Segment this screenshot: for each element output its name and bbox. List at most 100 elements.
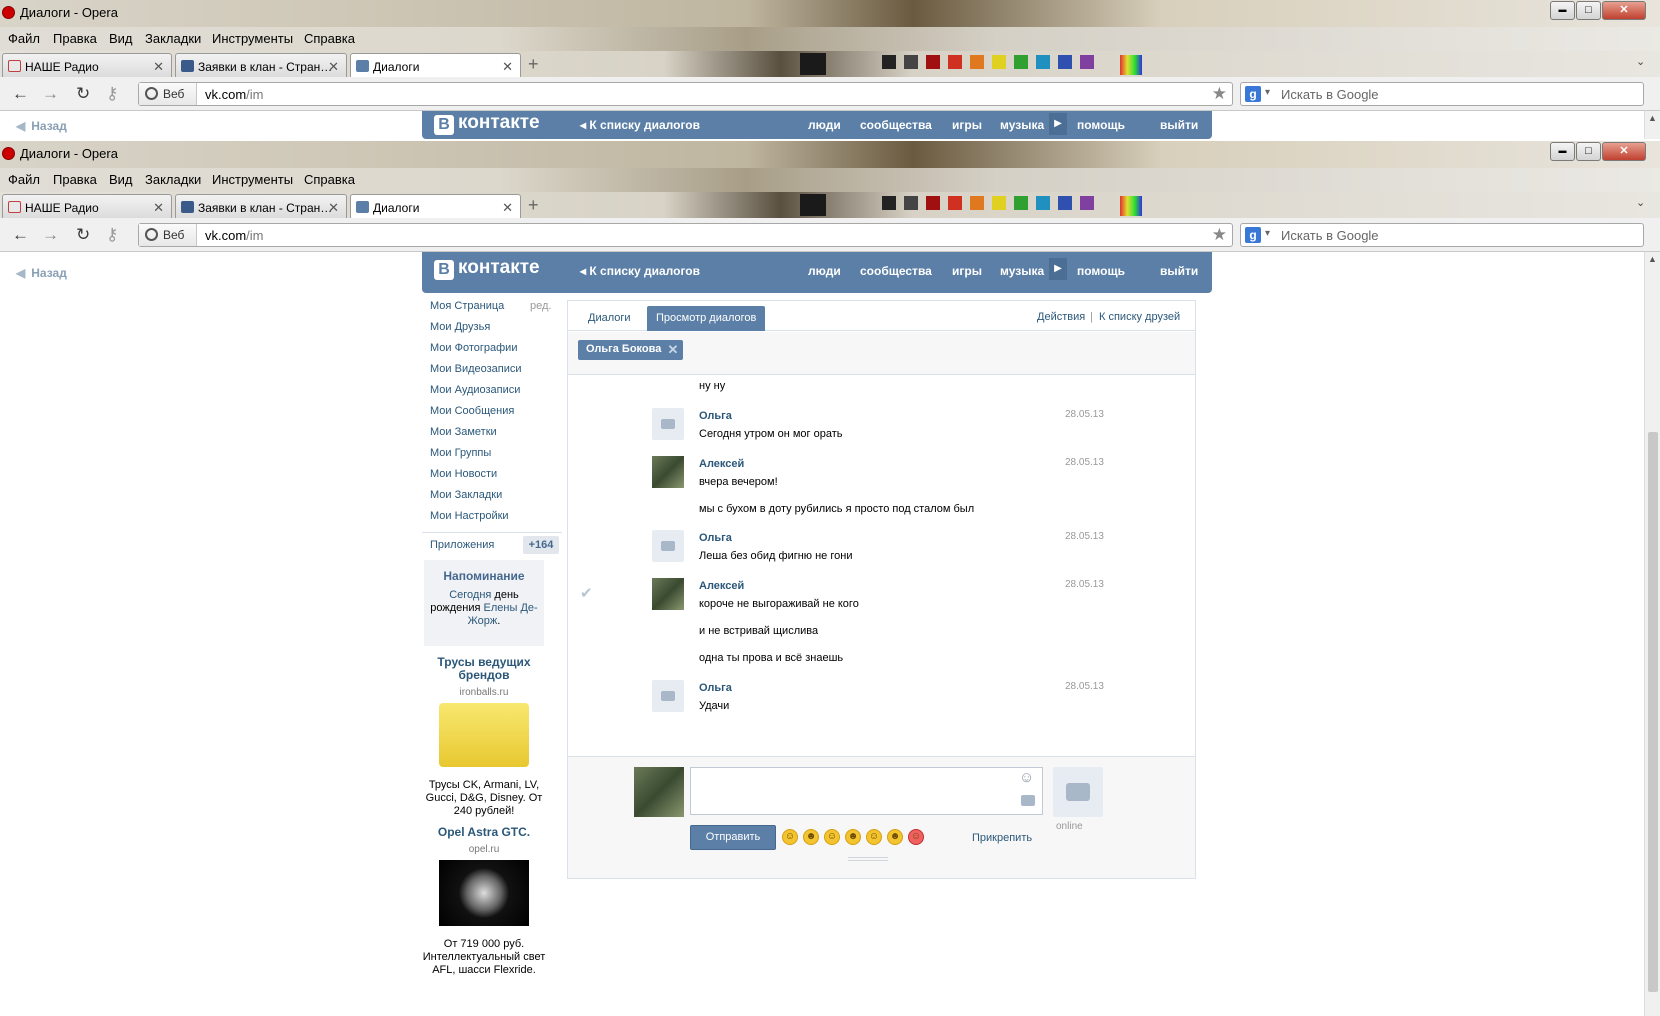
close-button[interactable]: ✕ [1602,142,1646,161]
nav-music[interactable]: музыка [1000,264,1044,278]
send-button[interactable]: Отправить [690,825,776,850]
menu-my-groups[interactable]: Мои Группы [430,447,491,459]
tab-menu-icon[interactable]: ⌄ [1636,55,1645,68]
apps-badge[interactable]: +164 [523,536,559,554]
tab-close-icon[interactable]: ✕ [502,59,513,75]
back-to-dialogs-link[interactable]: ◂ К списку диалогов [580,264,700,278]
tab-menu-icon[interactable]: ⌄ [1636,196,1645,209]
tab-dialogs[interactable]: Диалоги ✕ [350,194,521,218]
menu-tools[interactable]: Инструменты [212,172,293,187]
emoji-laugh-icon[interactable]: ☺ [824,829,840,845]
actions-link[interactable]: Действия [1037,311,1085,323]
nav-games[interactable]: игры [952,118,982,132]
menu-my-page[interactable]: Моя Страница [430,300,504,312]
camera-avatar-icon[interactable] [652,680,684,712]
forward-arrow-icon[interactable]: → [42,84,59,104]
my-avatar[interactable] [634,767,684,817]
back-link[interactable]: ◀ Назад [16,266,67,280]
web-badge[interactable]: Веб [139,224,197,246]
google-icon[interactable]: g [1245,86,1261,102]
nav-help[interactable]: помощь [1077,118,1125,132]
bookmark-star-icon[interactable]: ★ [1212,84,1227,104]
key-icon[interactable]: ⚷ [106,84,118,104]
tab-close-icon[interactable]: ✕ [153,200,164,216]
reminder-today-link[interactable]: Сегодня [449,589,491,601]
menu-view[interactable]: Вид [109,31,133,46]
menu-view[interactable]: Вид [109,172,133,187]
nav-logout[interactable]: выйти [1160,264,1198,278]
message-author[interactable]: Ольга [699,532,732,544]
emoji-love-icon[interactable]: ☺ [908,829,924,845]
tab-dialogs[interactable]: Диалоги ✕ [350,53,521,77]
tab-close-icon[interactable]: ✕ [502,200,513,216]
maximize-button[interactable]: □ [1576,1,1601,20]
menu-my-messages[interactable]: Мои Сообщения [430,405,514,417]
search-field[interactable]: g ▾ Искать в Google [1240,82,1644,106]
forward-arrow-icon[interactable]: → [42,225,59,245]
url-text[interactable]: vk.com/im [205,87,264,102]
google-icon[interactable]: g [1245,227,1261,243]
menu-file[interactable]: Файл [8,31,40,46]
nav-games[interactable]: игры [952,264,982,278]
ad-title[interactable]: Трусы ведущих брендов [422,656,546,682]
chevron-down-icon[interactable]: ▾ [1265,228,1270,239]
avatar[interactable] [652,456,684,488]
emoji-blush-icon[interactable]: ☺ [866,829,882,845]
nav-people[interactable]: люди [808,118,841,132]
menu-my-bookmarks[interactable]: Мои Закладки [430,489,502,501]
menu-my-friends[interactable]: Мои Друзья [430,321,490,333]
avatar[interactable] [652,578,684,610]
nav-communities[interactable]: сообщества [860,118,932,132]
menu-help[interactable]: Справка [304,31,355,46]
web-badge[interactable]: Веб [139,83,197,105]
maximize-button[interactable]: □ [1576,142,1601,161]
tab-clan[interactable]: Заявки в клан - Стран… ✕ [175,53,347,77]
chevron-down-icon[interactable]: ▾ [1265,87,1270,98]
menu-tools[interactable]: Инструменты [212,31,293,46]
new-tab-button[interactable]: + [528,195,539,216]
camera-avatar-icon[interactable] [652,408,684,440]
search-field[interactable]: g ▾ Искать в Google [1240,223,1644,247]
edit-link[interactable]: ред. [530,300,551,312]
scroll-up-icon[interactable]: ▲ [1648,113,1657,123]
ad-image-opel-logo[interactable] [439,860,529,926]
menu-help[interactable]: Справка [304,172,355,187]
vk-logo-text[interactable]: контакте [458,257,540,279]
checkmark-icon[interactable]: ✔ [580,584,593,602]
menu-apps[interactable]: Приложения [430,539,494,551]
menu-my-settings[interactable]: Мои Настройки [430,510,509,522]
message-date[interactable]: 28.05.13 [1065,681,1104,692]
message-date[interactable]: 28.05.13 [1065,409,1104,420]
play-icon[interactable]: ▶ [1049,113,1067,135]
menu-my-audio[interactable]: Мои Аудиозаписи [430,384,520,396]
ad-title[interactable]: Opel Astra GTC. [422,826,546,839]
address-field[interactable]: Веб vk.com/im ★ [138,82,1233,106]
message-author[interactable]: Алексей [699,458,744,470]
tab-close-icon[interactable]: ✕ [328,59,339,75]
peer-chip[interactable]: Ольга Бокова ✕ [578,340,684,360]
emoji-scream-icon[interactable]: ☻ [845,829,861,845]
menu-edit[interactable]: Правка [53,31,97,46]
new-tab-button[interactable]: + [528,54,539,75]
tab-radio[interactable]: НАШЕ Радио ✕ [2,53,172,77]
message-date[interactable]: 28.05.13 [1065,457,1104,468]
tab-clan[interactable]: Заявки в клан - Стран… ✕ [175,194,347,218]
scrollbar[interactable]: ▲ [1644,111,1660,139]
menu-my-photos[interactable]: Мои Фотографии [430,342,517,354]
emoji-grin-icon[interactable]: ☻ [803,829,819,845]
smile-icon[interactable]: ☺ [1019,769,1034,786]
back-arrow-icon[interactable]: ← [12,225,29,245]
close-icon[interactable]: ✕ [667,342,678,358]
tab-dialogs[interactable]: Диалоги [579,306,640,331]
vk-logo-icon[interactable]: В [434,260,454,280]
attach-link[interactable]: Прикрепить [972,832,1032,844]
tab-close-icon[interactable]: ✕ [153,59,164,75]
scrollbar-thumb[interactable] [1648,432,1658,992]
menu-edit[interactable]: Правка [53,172,97,187]
menu-file[interactable]: Файл [8,172,40,187]
scroll-up-icon[interactable]: ▲ [1648,254,1657,264]
menu-bookmarks[interactable]: Закладки [145,172,201,187]
address-field[interactable]: Веб vk.com/im ★ [138,223,1233,247]
ad-block-1[interactable]: Трусы ведущих брендов ironballs.ru Трусы… [422,656,546,818]
camera-icon[interactable] [1021,795,1035,806]
